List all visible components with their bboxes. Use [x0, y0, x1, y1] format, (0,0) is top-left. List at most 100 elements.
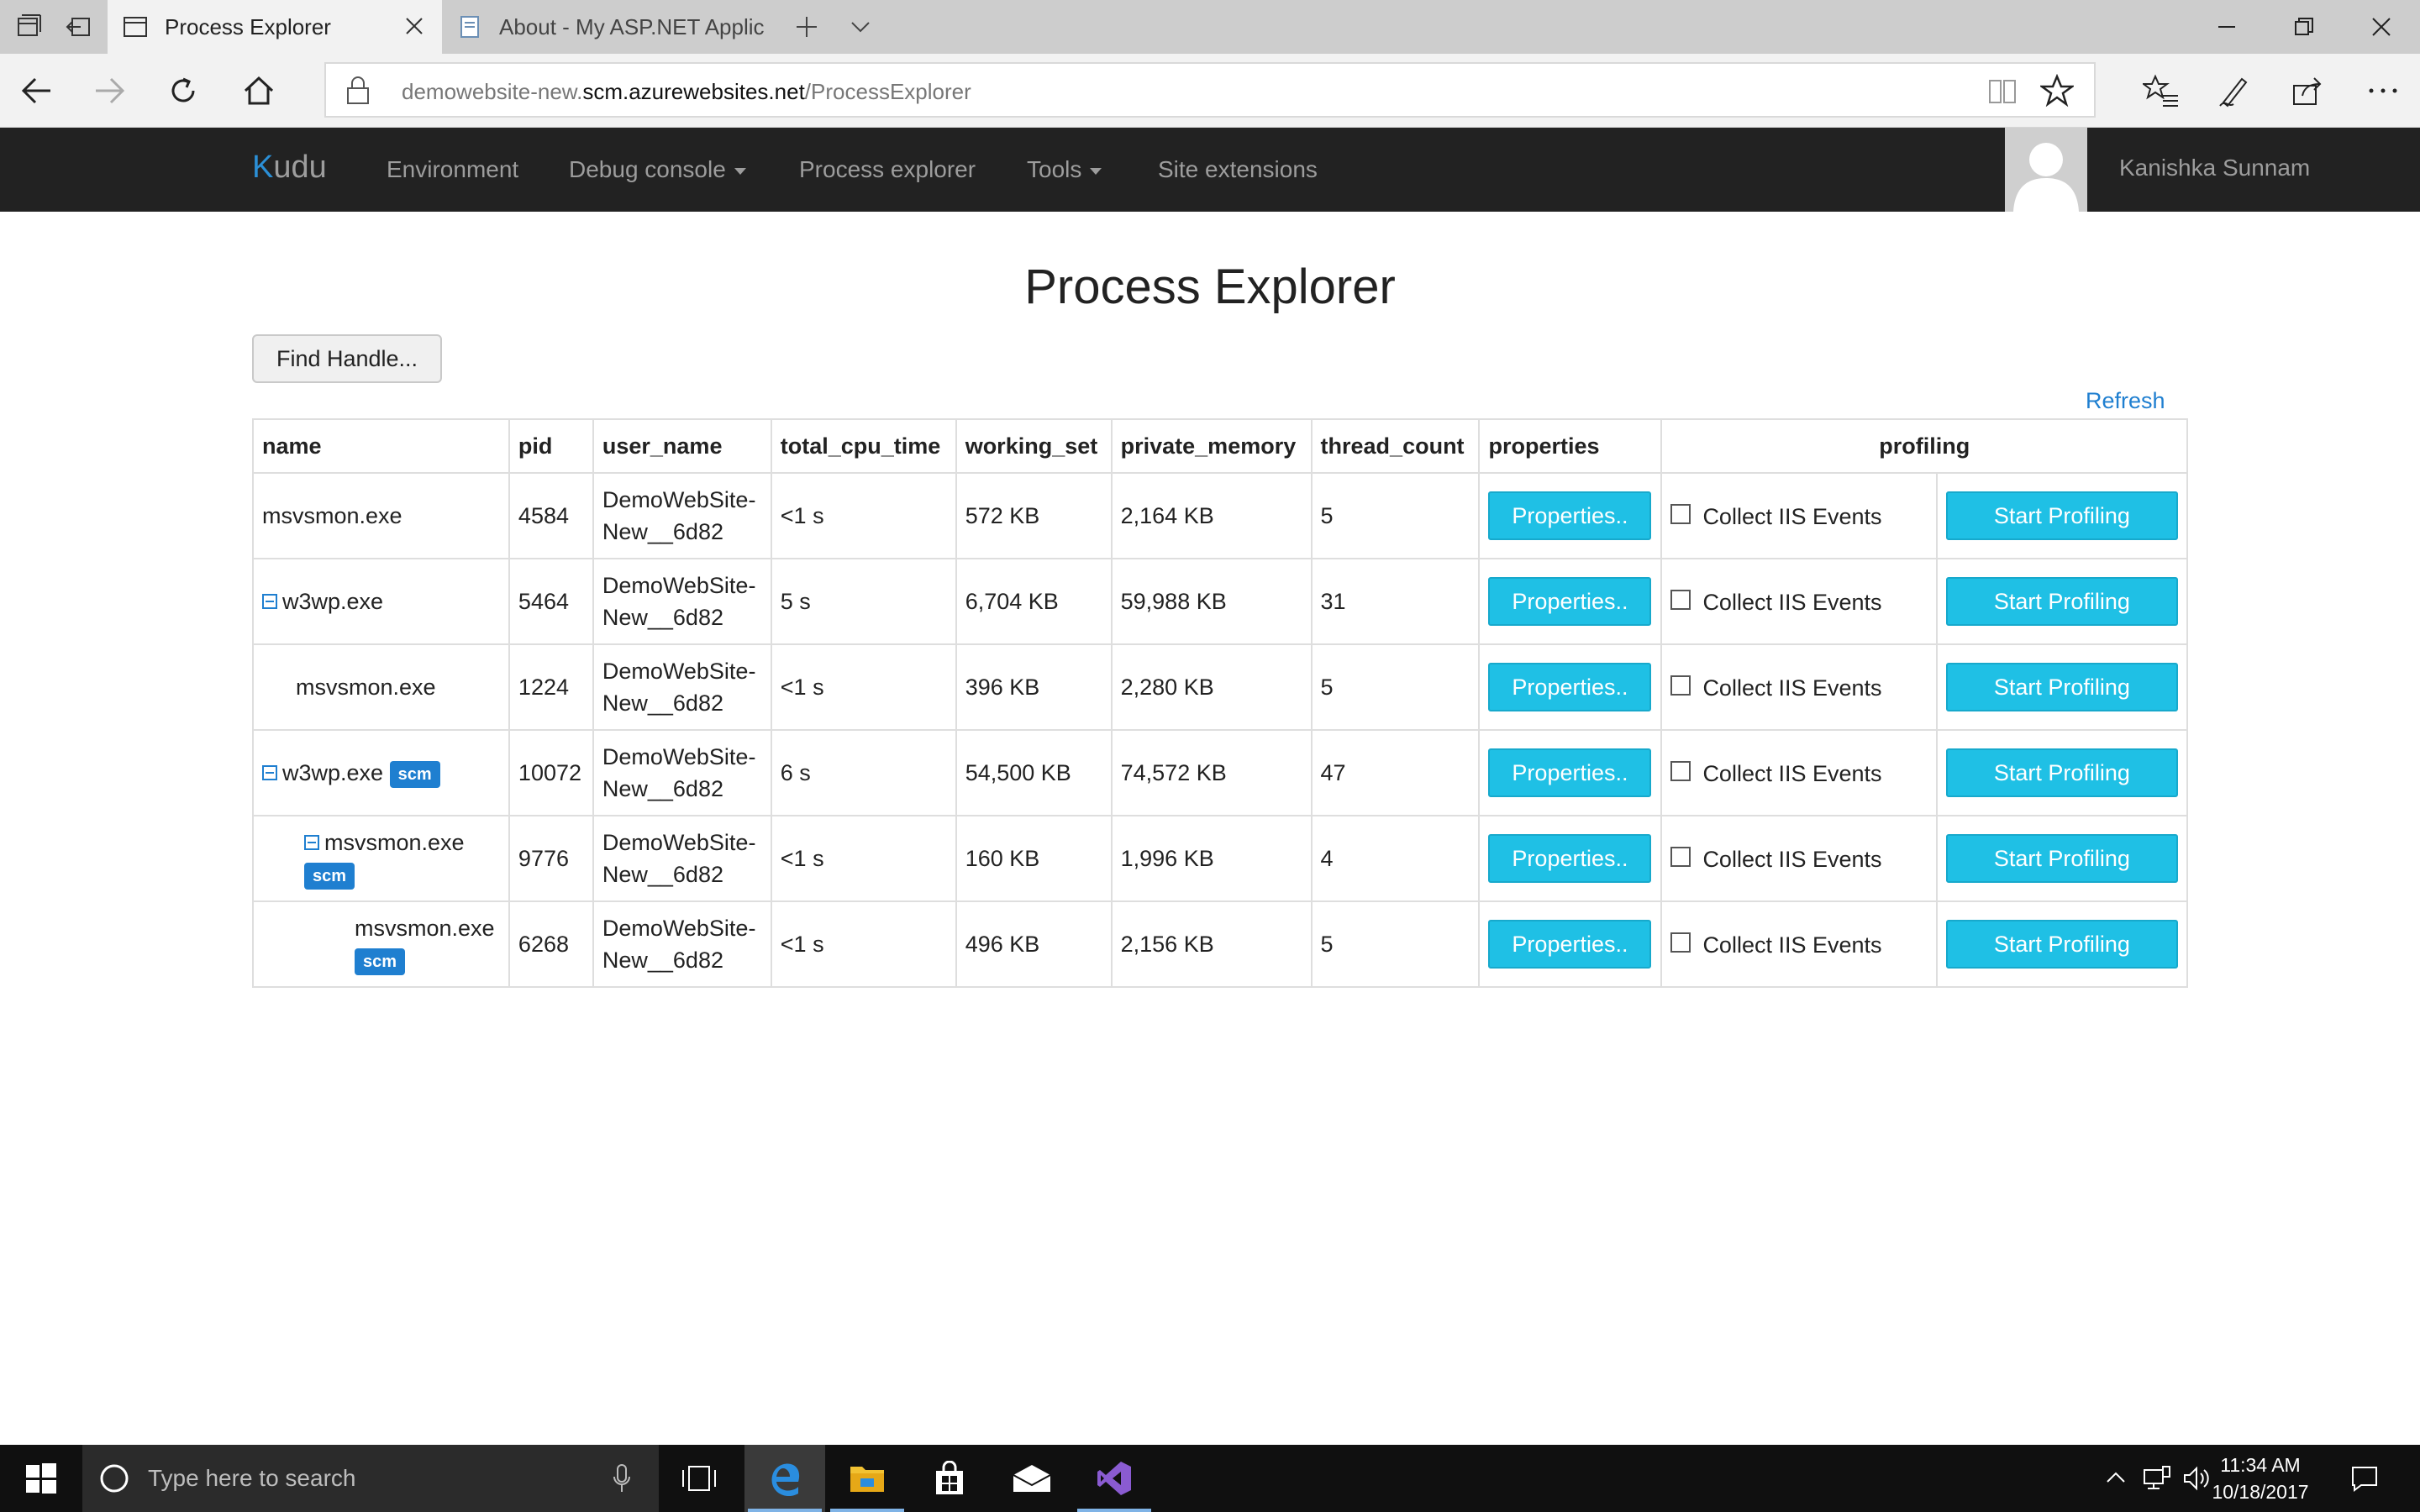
nav-tools[interactable]: Tools [1027, 156, 1102, 183]
taskbar-edge[interactable] [744, 1445, 825, 1512]
tab-preview-icon[interactable] [13, 12, 44, 42]
home-button[interactable] [239, 71, 279, 111]
properties-button[interactable]: Properties.. [1488, 748, 1652, 797]
collect-iis-events-checkbox[interactable] [1670, 846, 1691, 867]
scm-badge: scm [389, 760, 440, 788]
show-hidden-icons-icon[interactable] [2101, 1463, 2131, 1494]
taskbar-visual-studio[interactable] [1074, 1445, 1155, 1512]
nav-environment[interactable]: Environment [387, 156, 518, 183]
collapse-toggle-icon[interactable] [262, 593, 277, 609]
process-thread-count: 31 [1310, 558, 1481, 645]
microphone-icon[interactable] [612, 1463, 632, 1494]
taskbar-file-explorer[interactable] [827, 1445, 908, 1512]
restore-button[interactable] [2265, 0, 2343, 54]
address-bar[interactable]: demowebsite-new.scm.azurewebsites.net/Pr… [324, 62, 2096, 118]
process-cpu-time: <1 s [770, 643, 957, 731]
collect-iis-events-checkbox[interactable] [1670, 932, 1691, 953]
process-thread-count: 5 [1310, 472, 1481, 559]
action-center-icon[interactable] [2349, 1463, 2380, 1494]
find-handle-button[interactable]: Find Handle... [252, 334, 442, 383]
kudu-brand[interactable]: Kudu [252, 150, 327, 186]
process-private-memory: 74,572 KB [1110, 729, 1313, 816]
task-view-button[interactable] [659, 1445, 739, 1512]
clock-time: 11:34 AM [2220, 1454, 2301, 1476]
tab-process-explorer[interactable]: Process Explorer [108, 0, 442, 54]
collect-iis-events-label: Collect IIS Events [1702, 932, 1882, 958]
set-aside-tabs-icon[interactable] [64, 12, 94, 42]
process-name-cell: msvsmon.exe scm [252, 815, 510, 902]
start-profiling-button[interactable]: Start Profiling [1945, 663, 2178, 711]
process-user: DemoWebSite-New__6d82 [592, 815, 772, 902]
share-icon [2293, 77, 2322, 105]
clock-date: 10/18/2017 [2212, 1481, 2309, 1503]
taskbar-mail[interactable] [992, 1445, 1072, 1512]
minimize-button[interactable] [2188, 0, 2265, 54]
start-profiling-button[interactable]: Start Profiling [1945, 834, 2178, 883]
forward-button[interactable] [89, 71, 129, 111]
collect-iis-events-label: Collect IIS Events [1702, 503, 1882, 529]
chevron-down-icon[interactable] [845, 12, 876, 42]
process-user: DemoWebSite-New__6d82 [592, 900, 772, 988]
collect-iis-events-checkbox[interactable] [1670, 675, 1691, 696]
collect-iis-events-checkbox[interactable] [1670, 589, 1691, 610]
url-host: scm.azurewebsites.net [582, 79, 805, 104]
browser-tab-bar: Process Explorer About - My ASP.NET Appl… [0, 0, 2420, 54]
properties-button[interactable]: Properties.. [1488, 491, 1652, 540]
nav-process-explorer[interactable]: Process explorer [799, 156, 976, 183]
more-button[interactable] [2363, 71, 2403, 111]
properties-cell: Properties.. [1478, 558, 1663, 645]
favorite-star-icon[interactable] [2040, 74, 2074, 108]
visual-studio-icon [1097, 1462, 1131, 1495]
new-tab-icon[interactable] [792, 12, 822, 42]
properties-button[interactable]: Properties.. [1488, 577, 1652, 626]
table-row: msvsmon.exe scm 6268 DemoWebSite-New__6d8… [252, 900, 2189, 988]
start-profiling-button[interactable]: Start Profiling [1945, 748, 2178, 797]
start-button[interactable] [0, 1445, 82, 1512]
restore-icon [2295, 18, 2313, 35]
process-user: DemoWebSite-New__6d82 [592, 472, 772, 559]
taskbar-clock[interactable]: 11:34 AM 10/18/2017 [2202, 1452, 2319, 1505]
refresh-page-button[interactable] [163, 71, 203, 111]
network-icon[interactable] [2141, 1463, 2171, 1494]
process-cpu-time: <1 s [770, 815, 957, 902]
nav-site-extensions[interactable]: Site extensions [1158, 156, 1318, 183]
back-button[interactable] [17, 71, 57, 111]
start-profiling-button[interactable]: Start Profiling [1945, 577, 2178, 626]
collapse-toggle-icon[interactable] [304, 834, 319, 850]
share-button[interactable] [2287, 71, 2328, 111]
refresh-link[interactable]: Refresh [2086, 388, 2165, 414]
start-profiling-button[interactable]: Start Profiling [1945, 920, 2178, 969]
properties-button[interactable]: Properties.. [1488, 920, 1652, 969]
properties-button[interactable]: Properties.. [1488, 834, 1652, 883]
process-private-memory: 2,280 KB [1110, 643, 1313, 731]
start-profiling-cell: Start Profiling [1935, 472, 2189, 559]
process-working-set: 572 KB [955, 472, 1113, 559]
process-name: msvsmon.exe [324, 830, 465, 855]
taskbar-store[interactable] [909, 1445, 990, 1512]
process-table: name pid user_name total_cpu_time workin… [252, 418, 2189, 988]
nav-debug-console[interactable]: Debug console [569, 156, 746, 183]
collect-iis-events-checkbox[interactable] [1670, 503, 1691, 524]
close-tab-icon[interactable] [403, 15, 425, 37]
process-pid: 1224 [508, 643, 594, 731]
edge-browser-icon [771, 1463, 800, 1497]
caret-down-icon [734, 167, 746, 175]
taskbar-search-box[interactable]: Type here to search [82, 1445, 659, 1512]
reading-view-icon[interactable] [1986, 76, 2020, 106]
properties-button[interactable]: Properties.. [1488, 663, 1652, 711]
table-row: msvsmon.exe 4584 DemoWebSite-New__6d82 <… [252, 472, 2189, 559]
web-note-button[interactable] [2213, 71, 2254, 111]
table-header-row: name pid user_name total_cpu_time workin… [252, 418, 2188, 474]
start-profiling-button[interactable]: Start Profiling [1945, 491, 2178, 540]
close-window-button[interactable] [2343, 0, 2420, 54]
tab-about[interactable]: About - My ASP.NET Applic [442, 0, 778, 54]
favorites-hub-button[interactable] [2141, 71, 2181, 111]
user-name[interactable]: Kanishka Sunnam [2119, 155, 2310, 181]
avatar[interactable] [2005, 128, 2087, 212]
process-cpu-time: <1 s [770, 900, 957, 988]
collapse-toggle-icon[interactable] [262, 764, 277, 780]
nav-debug-console-label: Debug console [569, 156, 726, 182]
process-working-set: 396 KB [955, 643, 1113, 731]
process-working-set: 54,500 KB [955, 729, 1113, 816]
collect-iis-events-checkbox[interactable] [1670, 760, 1691, 781]
